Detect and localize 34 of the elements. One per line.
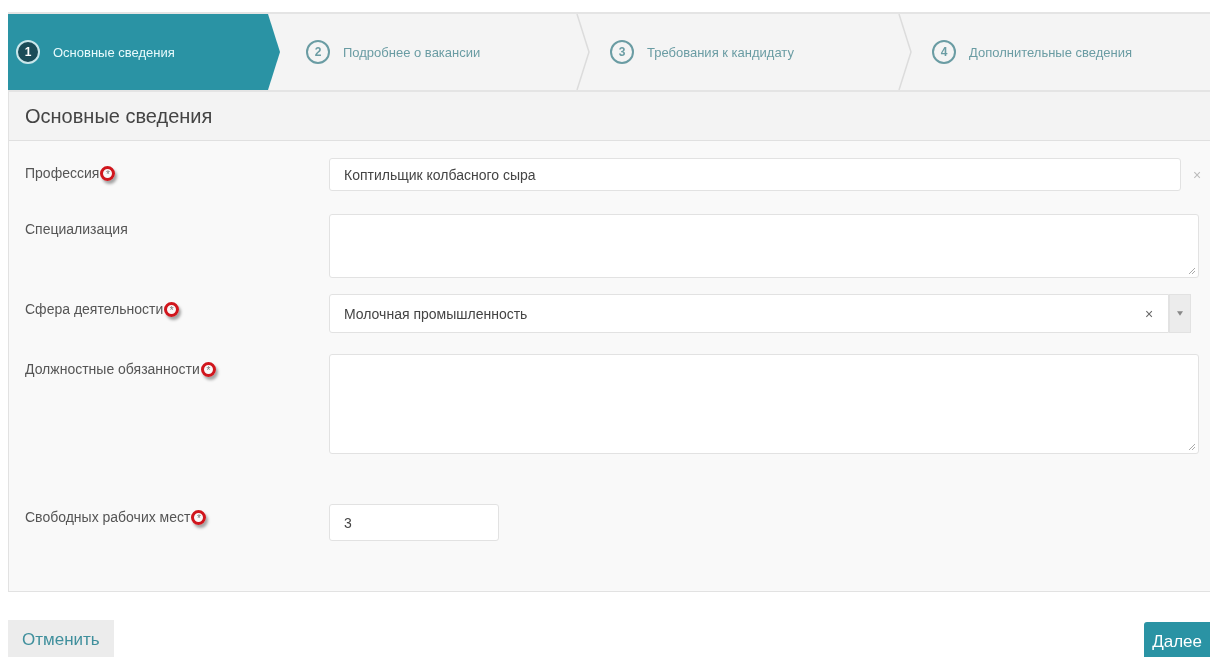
profession-field[interactable]: Коптильщик колбасного сыра xyxy=(329,158,1181,191)
wizard-step[interactable]: 2 Подробнее о вакансии xyxy=(288,14,576,90)
step-number: 1 xyxy=(16,40,40,64)
field-label: Профессия xyxy=(25,165,100,181)
panel-title: Основные сведения xyxy=(25,104,213,128)
step-label: Подробнее о вакансии xyxy=(343,44,481,60)
field-label: Специализация xyxy=(25,221,128,237)
next-button[interactable]: Далее xyxy=(1144,622,1210,657)
text-area[interactable] xyxy=(329,214,1199,278)
resize-grip-icon[interactable] xyxy=(1188,267,1196,275)
step-label: Дополнительные сведения xyxy=(969,44,1133,60)
field-label: Сфера деятельности xyxy=(25,301,164,317)
step-number: 4 xyxy=(932,40,956,64)
step-number: 3 xyxy=(610,40,634,64)
cancel-button[interactable]: Отменить xyxy=(8,620,114,657)
required-mark: * xyxy=(164,301,180,317)
dropdown-button[interactable] xyxy=(1169,294,1191,333)
resize-grip-icon[interactable] xyxy=(1188,443,1196,451)
required-mark: * xyxy=(200,361,216,377)
number-field[interactable]: 3 xyxy=(329,504,499,541)
clear-button[interactable]: × xyxy=(1145,305,1157,322)
clear-button[interactable]: × xyxy=(1193,166,1202,183)
wizard-step[interactable]: 4 Дополнительные сведения xyxy=(912,14,1153,90)
step-number: 2 xyxy=(306,40,330,64)
step-label: Основные сведения xyxy=(53,44,175,60)
field-label: Должностные обязанности xyxy=(25,361,200,377)
step-label: Требования к кандидату xyxy=(647,44,794,60)
wizard-step[interactable]: 1 Основные сведения xyxy=(8,14,280,90)
text-area[interactable] xyxy=(329,354,1199,454)
required-mark: * xyxy=(191,509,207,525)
field-label: Свободных рабочих мест xyxy=(25,509,191,525)
caret-icon xyxy=(1177,311,1183,316)
wizard-step[interactable]: 3 Требования к кандидату xyxy=(590,14,898,90)
required-mark: * xyxy=(100,165,116,181)
